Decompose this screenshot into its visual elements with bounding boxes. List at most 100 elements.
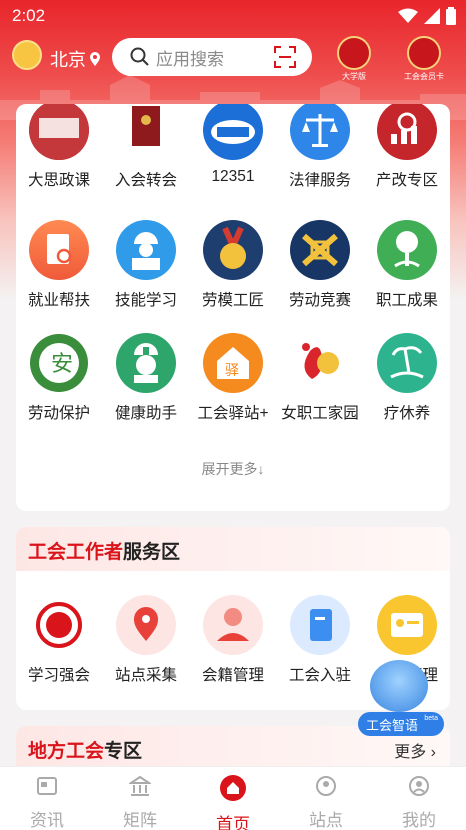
ai-pill: 工会智语 beta bbox=[358, 712, 444, 736]
expand-more-button[interactable]: 展开更多↓ bbox=[16, 459, 450, 479]
worker-label: 会籍管理 bbox=[201, 667, 264, 684]
location-pin-icon bbox=[90, 52, 100, 66]
worker-section-title: 工会工作者服务区 bbox=[16, 527, 450, 571]
nav-news[interactable]: 资讯 bbox=[12, 775, 82, 830]
worker-title-red: 工会工作者 bbox=[28, 541, 124, 563]
worker-site-collect[interactable]: 站点采集 bbox=[103, 595, 189, 685]
ai-beta-tag: beta bbox=[424, 715, 438, 722]
svg-text:安: 安 bbox=[51, 352, 73, 377]
map-pin-icon bbox=[116, 595, 176, 655]
industry-reform-icon bbox=[377, 104, 437, 160]
svg-text:驿: 驿 bbox=[225, 363, 239, 379]
status-time: 2:02 bbox=[12, 6, 46, 25]
app-label: 大思政课 bbox=[27, 172, 90, 189]
status-bar: 2:02 bbox=[0, 0, 466, 32]
tree-people-icon bbox=[377, 220, 437, 280]
local-title-red: 地方工会 bbox=[28, 740, 105, 762]
worker-label: 工会入驻 bbox=[288, 667, 351, 684]
document-icon bbox=[290, 595, 350, 655]
nav-profile[interactable]: 我的 bbox=[384, 775, 454, 830]
worker-label: 学习强会 bbox=[27, 667, 90, 684]
nav-label: 我的 bbox=[402, 811, 436, 830]
medal-icon bbox=[203, 220, 263, 280]
app-job-assistance[interactable]: 就业帮扶 bbox=[16, 220, 102, 310]
ai-assistant-button[interactable]: 工会智语 beta bbox=[358, 660, 446, 740]
worker-membership-manage[interactable]: 会籍管理 bbox=[190, 595, 276, 685]
nav-label: 首页 bbox=[216, 815, 250, 830]
app-ideology-course[interactable]: 大思政课 bbox=[16, 104, 102, 190]
app-label: 就业帮扶 bbox=[27, 292, 90, 309]
person-star-icon bbox=[203, 595, 263, 655]
signal-icon bbox=[424, 8, 440, 24]
app-labor-competition[interactable]: 劳动竞赛 bbox=[277, 220, 363, 310]
app-label: 工会驿站+ bbox=[197, 405, 269, 422]
competition-icon bbox=[290, 220, 350, 280]
app-label: 劳模工匠 bbox=[201, 292, 264, 309]
nav-station[interactable]: 站点 bbox=[291, 775, 361, 830]
worker-study[interactable]: 学习强会 bbox=[16, 595, 102, 685]
nav-matrix[interactable]: 矩阵 bbox=[105, 775, 175, 830]
app-label: 疗休养 bbox=[383, 405, 431, 422]
app-recuperation[interactable]: 疗休养 bbox=[364, 333, 450, 423]
women-home-icon bbox=[290, 333, 350, 393]
id-card-icon bbox=[377, 595, 437, 655]
station-icon bbox=[316, 776, 336, 796]
profile-icon bbox=[409, 776, 429, 796]
app-label: 劳动竞赛 bbox=[288, 292, 351, 309]
chevron-right-icon: › bbox=[430, 744, 436, 761]
palm-beach-icon bbox=[377, 333, 437, 393]
member-card-label: 工会会员卡 bbox=[404, 72, 444, 81]
app-women-workers-home[interactable]: 女职工家园 bbox=[277, 333, 363, 423]
local-more-link[interactable]: 更多 › bbox=[394, 738, 436, 762]
local-title-dark: 专区 bbox=[104, 740, 143, 762]
app-model-workers[interactable]: 劳模工匠 bbox=[190, 220, 276, 310]
app-label: 入会转会 bbox=[114, 172, 177, 189]
university-edition-button[interactable]: 大学版 bbox=[326, 36, 382, 84]
app-employee-achievements[interactable]: 职工成果 bbox=[364, 220, 450, 310]
building-icon bbox=[127, 775, 153, 796]
bottom-nav: 资讯 矩阵 首页 站点 我的 bbox=[0, 766, 466, 830]
membership-book-icon bbox=[116, 104, 176, 160]
app-label: 健康助手 bbox=[114, 405, 177, 422]
city-name: 北京 bbox=[50, 50, 86, 70]
more-label: 更多 bbox=[394, 744, 427, 761]
battery-icon bbox=[446, 7, 456, 25]
home-icon bbox=[220, 775, 246, 801]
app-legal-service[interactable]: 法律服务 bbox=[277, 104, 363, 190]
app-label: 女职工家园 bbox=[281, 405, 359, 422]
worker-union-entry[interactable]: 工会入驻 bbox=[277, 595, 363, 685]
app-label: 12351 bbox=[211, 168, 255, 185]
search-input[interactable]: 应用搜索 bbox=[112, 38, 312, 76]
app-union-station[interactable]: 驿 工会驿站+ bbox=[190, 333, 276, 423]
job-search-icon bbox=[29, 220, 89, 280]
union-logo bbox=[12, 40, 42, 70]
search-icon bbox=[130, 47, 149, 66]
worker-label: 站点采集 bbox=[114, 667, 177, 684]
nav-label: 矩阵 bbox=[123, 811, 157, 830]
app-label: 法律服务 bbox=[288, 172, 351, 189]
app-label: 技能学习 bbox=[114, 292, 177, 309]
study-emblem-icon bbox=[29, 595, 89, 655]
app-hotline-12351[interactable]: 12351 bbox=[190, 104, 276, 186]
worker-laptop-icon bbox=[116, 220, 176, 280]
nav-label: 站点 bbox=[309, 811, 343, 830]
app-label: 职工成果 bbox=[375, 292, 438, 309]
ideology-course-icon bbox=[29, 104, 89, 160]
app-label: 劳动保护 bbox=[27, 405, 90, 422]
app-industry-reform[interactable]: 产改专区 bbox=[364, 104, 450, 190]
nav-label: 资讯 bbox=[30, 811, 64, 830]
wifi-icon bbox=[398, 8, 418, 23]
app-membership-transfer[interactable]: 入会转会 bbox=[103, 104, 189, 190]
app-skill-learning[interactable]: 技能学习 bbox=[103, 220, 189, 310]
safety-seal-icon: 安 bbox=[29, 333, 89, 393]
station-house-icon: 驿 bbox=[203, 333, 263, 393]
app-health-assistant[interactable]: 健康助手 bbox=[103, 333, 189, 423]
nav-home[interactable]: 首页 bbox=[198, 775, 268, 830]
top-bar: 北京 应用搜索 大学版 工会会员卡 bbox=[0, 36, 466, 84]
scan-icon[interactable] bbox=[274, 46, 296, 68]
app-grid-card: 大思政课 入会转会 12351 法律服务 产改专区 就业帮扶 技能学习 劳模工匠… bbox=[16, 104, 450, 511]
app-labor-protection[interactable]: 安 劳动保护 bbox=[16, 333, 102, 423]
university-badge-label: 大学版 bbox=[342, 72, 366, 81]
member-card-button[interactable]: 工会会员卡 bbox=[396, 36, 452, 84]
city-selector[interactable]: 北京 bbox=[50, 46, 101, 72]
